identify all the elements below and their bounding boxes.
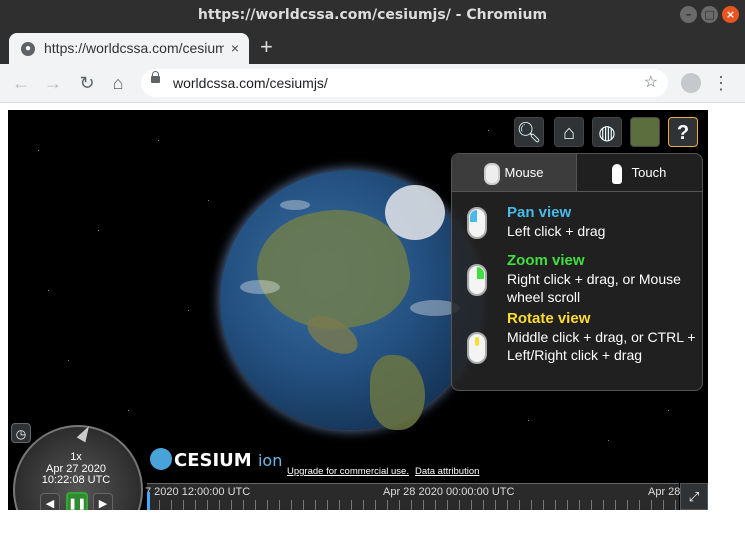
address-url[interactable]: worldcssa.com/cesiumjs/ (173, 69, 328, 97)
cesium-logo-icon (150, 448, 172, 470)
tab-strip: ● https://worldcssa.com/cesiumjs/ × + (0, 30, 745, 64)
animation-speed: 1x (70, 451, 82, 463)
rotate-view-title: Rotate view (507, 310, 591, 327)
home-icon[interactable]: ⌂ (105, 70, 131, 96)
pause-icon[interactable]: ❚❚ (66, 492, 88, 510)
data-attribution-link[interactable]: Data attribution (415, 466, 479, 477)
menu-kebab-icon[interactable]: ⋮ (712, 70, 730, 96)
cesium-viewer[interactable]: 🔍︎ ⌂ ◍ ? Mouse Touch Pan view Left click… (8, 110, 708, 510)
minimize-button[interactable]: – (680, 6, 697, 23)
browser-toolbar: ← → ↻ ⌂ worldcssa.com/cesiumjs/ ☆ ⋮ (0, 64, 745, 103)
new-tab-button[interactable]: + (260, 34, 273, 60)
profile-avatar[interactable] (681, 73, 701, 93)
bookmark-star-icon[interactable]: ☆ (644, 69, 658, 97)
tab-touch[interactable]: Touch (577, 154, 701, 191)
scene-mode-globe-icon[interactable]: ◍ (592, 117, 622, 147)
close-tab-icon[interactable]: × (231, 40, 239, 56)
navigation-help-button[interactable]: ? (668, 117, 698, 147)
browser-tab[interactable]: ● https://worldcssa.com/cesiumjs/ × (9, 33, 249, 64)
window-titlebar: https://worldcssa.com/cesiumjs/ - Chromi… (0, 0, 745, 30)
zoom-view-text: Right click + drag, or Mouse wheel scrol… (507, 271, 681, 305)
globe-icon: ● (21, 42, 35, 56)
base-layer-picker-icon[interactable] (630, 117, 660, 147)
home-view-icon[interactable]: ⌂ (554, 117, 584, 147)
mouse-middle-click-icon (467, 332, 487, 364)
timeline-scrubber[interactable] (147, 492, 150, 510)
upgrade-link[interactable]: Upgrade for commercial use. (287, 466, 409, 477)
clock-icon[interactable]: ◷ (11, 423, 31, 443)
reload-icon[interactable]: ↻ (74, 70, 100, 96)
timeline-label: Apr 28 2020 00:00:00 UTC (383, 486, 515, 498)
rotate-view-text: Middle click + drag, or CTRL + Left/Righ… (507, 329, 696, 363)
finger-icon (611, 163, 622, 184)
help-tabs: Mouse Touch (452, 154, 702, 192)
back-icon[interactable]: ← (8, 70, 34, 96)
timeline-label: Apr 28 (648, 486, 681, 498)
window-title: https://worldcssa.com/cesiumjs/ - Chromi… (197, 7, 548, 23)
fullscreen-icon[interactable]: ⤢ (680, 483, 708, 510)
address-bar[interactable]: worldcssa.com/cesiumjs/ ☆ (141, 69, 668, 97)
timeline-label: 7 2020 12:00:00 UTC (145, 486, 251, 498)
lock-icon (151, 71, 160, 83)
pan-view-text: Left click + drag (507, 223, 606, 239)
animation-time: 10:22:08 UTC (41, 474, 111, 486)
mouse-icon (484, 162, 501, 185)
close-window-button[interactable]: × (722, 6, 739, 23)
credits: Upgrade for commercial use. Data attribut… (287, 466, 485, 477)
cesium-ion-logo[interactable]: CESIUM ion (150, 448, 282, 476)
tab-mouse[interactable]: Mouse (452, 154, 577, 191)
zoom-view-title: Zoom view (507, 252, 585, 269)
maximize-button[interactable]: □ (701, 6, 718, 23)
navigation-help-panel: Mouse Touch Pan view Left click + drag Z… (451, 153, 703, 391)
search-icon[interactable]: 🔍︎ (514, 117, 544, 147)
tab-title: https://worldcssa.com/cesiumjs/ (44, 40, 224, 56)
play-reverse-icon[interactable]: ◀ (40, 493, 60, 510)
mouse-right-click-icon (467, 264, 487, 296)
forward-icon[interactable]: → (40, 70, 66, 96)
timeline[interactable]: 7 2020 12:00:00 UTC Apr 28 2020 00:00:00… (145, 483, 681, 510)
pan-view-title: Pan view (507, 204, 572, 221)
earth-globe[interactable] (220, 170, 480, 430)
mouse-left-click-icon (467, 207, 487, 239)
play-forward-icon[interactable]: ▶ (93, 493, 113, 510)
